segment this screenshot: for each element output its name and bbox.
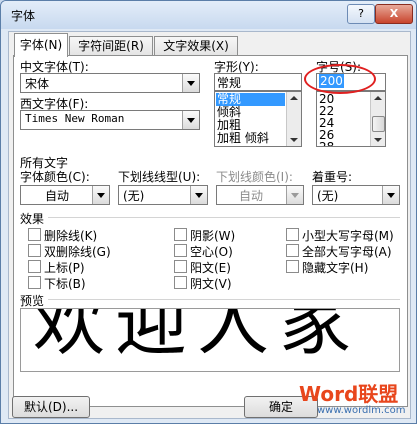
chevron-down-icon[interactable] xyxy=(190,186,207,204)
checkbox-label: 下标(B) xyxy=(44,277,86,291)
font-style-list[interactable]: 常规 倾斜 加粗 加粗 倾斜 xyxy=(214,91,302,147)
checkbox-box[interactable] xyxy=(174,228,187,241)
effects-label: 效果 xyxy=(20,212,45,226)
checkbox-box[interactable] xyxy=(28,260,41,273)
checkbox-box[interactable] xyxy=(28,276,41,289)
emphasis-combo[interactable]: (无) xyxy=(312,185,400,205)
scroll-down-icon[interactable] xyxy=(371,134,385,146)
preview-label: 预览 xyxy=(20,294,45,308)
preview-box: 欢迎人家 xyxy=(20,308,400,372)
font-color-combo[interactable]: 自动 xyxy=(20,185,110,205)
checkbox-label: 阴文(V) xyxy=(190,277,232,291)
scroll-up-icon[interactable] xyxy=(287,92,301,104)
emphasis-label: 着重号: xyxy=(312,170,353,184)
title-bar: 字体 ? X xyxy=(1,1,416,29)
underline-color-label: 下划线颜色(I): xyxy=(216,170,293,184)
emphasis-value: (无) xyxy=(317,189,339,203)
scroll-up-icon[interactable] xyxy=(371,92,385,104)
checkbox-box[interactable] xyxy=(286,244,299,257)
checkbox-label: 隐藏文字(H) xyxy=(302,261,369,275)
underline-color-value: 自动 xyxy=(239,189,264,203)
chevron-down-icon[interactable] xyxy=(382,186,399,204)
checkbox-box[interactable] xyxy=(286,260,299,273)
font-tab-panel: 中文字体(T): 宋体 西文字体(F): Times New Roman 字形(… xyxy=(13,55,408,407)
underline-style-value: (无) xyxy=(123,189,145,203)
watermark-brand: Word联盟 xyxy=(299,382,399,406)
checkbox-box[interactable] xyxy=(174,276,187,289)
list-item[interactable]: 28 xyxy=(318,141,334,147)
font-style-scrollbar[interactable] xyxy=(286,92,301,146)
close-button[interactable]: X xyxy=(375,4,413,24)
default-button[interactable]: 默认(D)... xyxy=(12,396,90,418)
tab-font[interactable]: 字体(N) xyxy=(14,33,68,57)
effects-divider xyxy=(48,217,400,218)
cn-font-value: 宋体 xyxy=(25,77,50,91)
checkbox-box[interactable] xyxy=(174,244,187,257)
preview-text: 欢迎人家 xyxy=(33,308,362,365)
checkbox-label: 小型大写字母(M) xyxy=(302,229,394,243)
cn-font-combo[interactable]: 宋体 xyxy=(20,73,200,93)
checkbox-label: 阳文(E) xyxy=(190,261,231,275)
dialog-title: 字体 xyxy=(11,9,36,23)
help-button[interactable]: ? xyxy=(347,4,375,24)
checkbox-box[interactable] xyxy=(28,228,41,241)
underline-style-combo[interactable]: (无) xyxy=(118,185,208,205)
checkbox-label: 阴影(W) xyxy=(190,229,236,243)
tab-character-spacing[interactable]: 字符间距(R) xyxy=(69,36,153,56)
underline-style-label: 下划线线型(U): xyxy=(118,170,201,184)
checkbox-box[interactable] xyxy=(174,260,187,273)
highlight-circle xyxy=(304,64,376,94)
font-size-list[interactable]: 20 22 24 26 28 xyxy=(316,91,386,147)
checkbox-label: 删除线(K) xyxy=(44,229,98,243)
checkbox-label: 全部大写字母(A) xyxy=(302,245,392,259)
chevron-down-icon xyxy=(286,186,303,204)
checkbox-label: 上标(P) xyxy=(44,261,85,275)
font-style-input[interactable]: 常规 xyxy=(214,73,302,91)
scroll-thumb[interactable] xyxy=(372,116,385,132)
font-style-value: 常规 xyxy=(217,76,242,90)
underline-color-combo: 自动 xyxy=(216,185,304,205)
font-color-value: 自动 xyxy=(45,189,70,203)
tab-text-effects[interactable]: 文字效果(X) xyxy=(154,36,238,56)
chevron-down-icon[interactable] xyxy=(182,74,199,92)
chevron-down-icon[interactable] xyxy=(182,111,199,129)
west-font-value: Times New Roman xyxy=(25,112,125,125)
font-size-scrollbar[interactable] xyxy=(370,92,385,146)
checkbox-box[interactable] xyxy=(28,244,41,257)
chevron-down-icon[interactable] xyxy=(92,186,109,204)
west-font-combo[interactable]: Times New Roman xyxy=(20,110,200,130)
checkbox-label: 双删除线(G) xyxy=(44,245,111,259)
list-item[interactable]: 加粗 倾斜 xyxy=(216,132,269,145)
preview-divider xyxy=(48,299,400,300)
scroll-down-icon[interactable] xyxy=(287,134,301,146)
font-dialog: 字体 ? X 字体(N) 字符间距(R) 文字效果(X) 中文字体(T): 宋体… xyxy=(0,0,417,424)
watermark-url: www.wordlm.com xyxy=(317,405,406,416)
checkbox-label: 空心(O) xyxy=(190,245,233,259)
font-color-label: 字体颜色(C): xyxy=(20,170,90,184)
watermark-logo: Word联盟 www.wordlm.com xyxy=(299,378,414,422)
checkbox-box[interactable] xyxy=(286,228,299,241)
